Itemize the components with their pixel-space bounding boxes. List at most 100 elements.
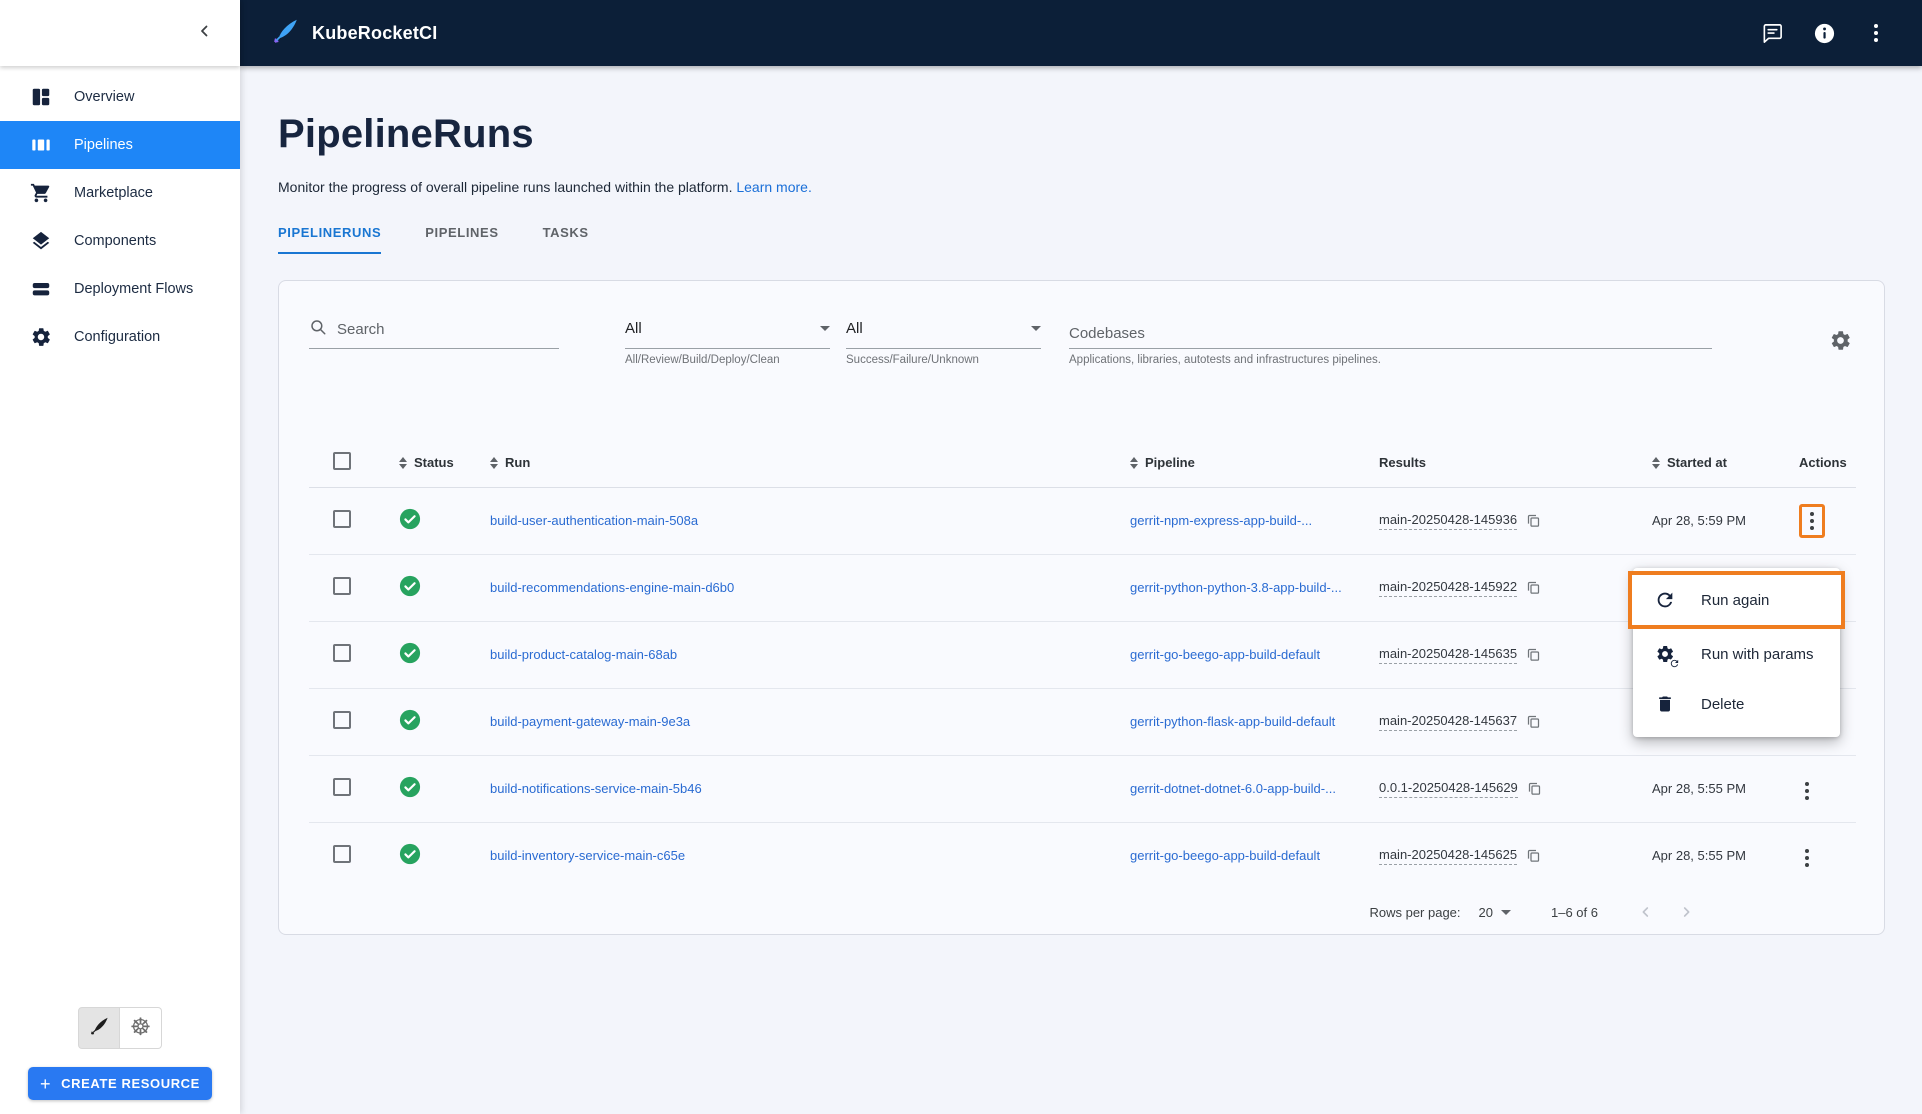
row-checkbox[interactable] — [333, 577, 351, 595]
tab-pipelines[interactable]: PIPELINES — [425, 225, 498, 254]
status-success-icon — [399, 518, 421, 533]
table-header-row: Status Run Pipeline Results Started at A… — [309, 439, 1856, 487]
pipeline-type-select[interactable]: All All/Review/Build/Deploy/Clean — [625, 315, 830, 366]
sidebar-item-label: Components — [74, 233, 156, 249]
pipeline-link[interactable]: gerrit-dotnet-dotnet-6.0-app-build-... — [1130, 781, 1336, 796]
kubernetes-icon: ☸ — [130, 1016, 152, 1040]
row-actions-menu: Run again Run with params Delete — [1633, 568, 1840, 737]
actions-highlight-ring — [1799, 504, 1825, 538]
sort-icon — [1652, 457, 1660, 469]
run-link[interactable]: build-recommendations-engine-main-d6b0 — [490, 580, 734, 595]
copy-icon[interactable] — [1526, 513, 1541, 528]
sort-icon — [490, 457, 498, 469]
sidebar-item-label: Configuration — [74, 329, 160, 345]
column-header-started-at[interactable]: Started at — [1652, 455, 1799, 470]
search-field — [309, 315, 559, 366]
sidebar-item-deployment-flows[interactable]: Deployment Flows — [0, 265, 240, 313]
column-header-run[interactable]: Run — [490, 455, 1130, 470]
run-link[interactable]: build-inventory-service-main-c65e — [490, 848, 685, 863]
codebases-input[interactable] — [1069, 325, 1712, 342]
table-row: build-inventory-service-main-c65e gerrit… — [309, 822, 1856, 889]
column-header-status[interactable]: Status — [399, 455, 490, 470]
pipeline-link[interactable]: gerrit-go-beego-app-build-default — [1130, 647, 1320, 662]
copy-icon[interactable] — [1526, 848, 1541, 863]
pipeline-link[interactable]: gerrit-python-flask-app-build-default — [1130, 714, 1335, 729]
run-link[interactable]: build-user-authentication-main-508a — [490, 513, 698, 528]
row-checkbox[interactable] — [333, 778, 351, 796]
next-page-icon[interactable] — [1678, 904, 1694, 920]
pipelineruns-table: Status Run Pipeline Results Started at A… — [309, 439, 1856, 889]
chevron-down-icon — [1501, 910, 1511, 915]
pipeline-type-helper: All/Review/Build/Deploy/Clean — [625, 354, 830, 366]
copy-icon[interactable] — [1527, 781, 1542, 796]
menu-item-run-with-params[interactable]: Run with params — [1633, 629, 1840, 679]
sidebar-item-components[interactable]: Components — [0, 217, 240, 265]
pagination-bar: Rows per page: 20 1–6 of 6 — [279, 890, 1884, 934]
feedback-chat-icon[interactable] — [1760, 21, 1784, 45]
pipelines-icon — [29, 133, 53, 157]
info-icon[interactable] — [1812, 21, 1836, 45]
status-select[interactable]: All Success/Failure/Unknown — [846, 315, 1041, 366]
brand[interactable]: KubeRocketCI — [270, 16, 437, 51]
previous-page-icon[interactable] — [1638, 904, 1654, 920]
column-header-results: Results — [1379, 455, 1652, 470]
table-row: build-payment-gateway-main-9e3a gerrit-p… — [309, 688, 1856, 755]
table-row: build-notifications-service-main-5b46 ge… — [309, 755, 1856, 822]
tab-bar: PIPELINERUNS PIPELINES TASKS — [278, 225, 1884, 254]
table-row: build-user-authentication-main-508a gerr… — [309, 487, 1856, 554]
menu-item-label: Delete — [1701, 696, 1744, 713]
gear-icon — [29, 325, 53, 349]
tab-pipelineruns[interactable]: PIPELINERUNS — [278, 225, 381, 254]
tab-tasks[interactable]: TASKS — [543, 225, 589, 254]
row-actions-kebab-icon[interactable] — [1804, 508, 1820, 534]
overflow-menu-icon[interactable] — [1864, 21, 1888, 45]
copy-icon[interactable] — [1526, 647, 1541, 662]
row-checkbox[interactable] — [333, 644, 351, 662]
copy-icon[interactable] — [1526, 580, 1541, 595]
run-link[interactable]: build-payment-gateway-main-9e3a — [490, 714, 690, 729]
row-checkbox[interactable] — [333, 845, 351, 863]
select-all-checkbox[interactable] — [333, 452, 351, 470]
pipeline-link[interactable]: gerrit-go-beego-app-build-default — [1130, 848, 1320, 863]
status-success-icon — [399, 786, 421, 801]
top-app-bar: KubeRocketCI — [240, 0, 1922, 66]
sidebar-item-pipelines[interactable]: Pipelines — [0, 121, 240, 169]
sidebar-item-configuration[interactable]: Configuration — [0, 313, 240, 361]
view-toggle: ☸ — [78, 1007, 162, 1049]
search-input[interactable] — [337, 321, 559, 338]
column-header-pipeline[interactable]: Pipeline — [1130, 455, 1379, 470]
row-actions-kebab-icon[interactable] — [1799, 845, 1815, 871]
kubernetes-view-toggle-button[interactable]: ☸ — [120, 1007, 162, 1049]
sidebar-header — [0, 0, 240, 66]
row-actions-kebab-icon[interactable] — [1799, 778, 1815, 804]
cart-icon — [29, 181, 53, 205]
menu-item-delete[interactable]: Delete — [1633, 679, 1840, 729]
result-value: main-20250428-145635 — [1379, 646, 1517, 664]
chevron-down-icon — [820, 326, 830, 331]
status-success-icon — [399, 719, 421, 734]
sidebar-item-overview[interactable]: Overview — [0, 73, 240, 121]
run-link[interactable]: build-notifications-service-main-5b46 — [490, 781, 702, 796]
result-value: main-20250428-145637 — [1379, 713, 1517, 731]
pipeline-link[interactable]: gerrit-npm-express-app-build-... — [1130, 513, 1312, 528]
copy-icon[interactable] — [1526, 714, 1541, 729]
table-settings-gear-icon[interactable] — [1829, 329, 1852, 357]
learn-more-link[interactable]: Learn more. — [736, 179, 811, 195]
rocket-view-toggle-button[interactable] — [78, 1007, 120, 1049]
pipeline-type-value: All — [625, 320, 642, 337]
result-value: main-20250428-145625 — [1379, 847, 1517, 865]
menu-item-run-again[interactable]: Run again — [1628, 571, 1845, 629]
rows-per-page-select[interactable]: 20 — [1479, 905, 1511, 920]
create-resource-button[interactable]: + CREATE RESOURCE — [28, 1067, 212, 1100]
run-link[interactable]: build-product-catalog-main-68ab — [490, 647, 677, 662]
pipeline-link[interactable]: gerrit-python-python-3.8-app-build-... — [1130, 580, 1342, 595]
row-checkbox[interactable] — [333, 711, 351, 729]
sidebar-item-marketplace[interactable]: Marketplace — [0, 169, 240, 217]
row-checkbox[interactable] — [333, 510, 351, 528]
sidebar-item-label: Overview — [74, 89, 134, 105]
collapse-sidebar-icon[interactable] — [196, 22, 214, 45]
topbar-actions — [1760, 21, 1888, 45]
status-helper: Success/Failure/Unknown — [846, 354, 1041, 366]
search-icon — [309, 318, 327, 341]
pagination-range: 1–6 of 6 — [1551, 905, 1598, 920]
